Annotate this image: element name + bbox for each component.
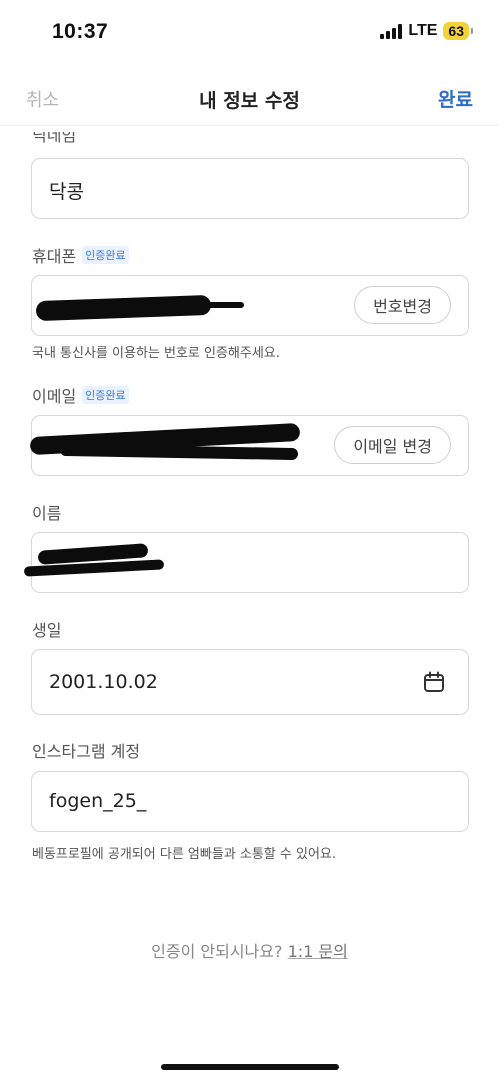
email-label: 이메일 인증완료 (32, 383, 129, 407)
birthday-label: 생일 (32, 621, 62, 640)
email-verified-badge: 인증완료 (82, 386, 129, 404)
calendar-icon[interactable] (422, 670, 446, 694)
nickname-label: 닉네임 (32, 132, 77, 144)
instagram-helper-text: 베동프로필에 공개되어 다른 엄빠들과 소통할 수 있어요. (32, 847, 337, 862)
change-phone-button[interactable]: 번호변경 (354, 286, 451, 324)
home-indicator[interactable] (161, 1064, 339, 1070)
redaction-mark (59, 443, 299, 461)
instagram-input[interactable]: fogen_25_ (31, 771, 469, 832)
status-bar: 10:37 LTE 63 (0, 0, 499, 66)
verification-question: 인증이 안되시나요? (151, 942, 283, 961)
done-button[interactable]: 완료 (438, 85, 473, 112)
nickname-input[interactable]: 닥콩 (31, 158, 469, 219)
name-label: 이름 (32, 504, 62, 523)
phone-label: 휴대폰 인증완료 (32, 243, 129, 267)
birthday-input[interactable]: 2001.10.02 (31, 649, 469, 715)
verification-help: 인증이 안되시나요? 1:1 문의 (0, 938, 499, 962)
phone-helper-text: 국내 통신사를 이용하는 번호로 인증해주세요. (32, 346, 280, 361)
phone-label-text: 휴대폰 (32, 247, 77, 266)
status-indicators: LTE 63 (380, 22, 473, 40)
nickname-value: 닥콩 (49, 181, 84, 203)
signal-icon (380, 23, 403, 39)
change-email-button[interactable]: 이메일 변경 (334, 426, 451, 464)
status-time: 10:37 (52, 20, 109, 43)
nav-bar: 취소 내 정보 수정 완료 (0, 70, 499, 126)
redaction-mark (182, 302, 244, 308)
email-label-text: 이메일 (32, 387, 77, 406)
inquiry-link[interactable]: 1:1 문의 (288, 942, 348, 961)
battery-icon: 63 (443, 22, 473, 40)
instagram-value: fogen_25_ (49, 790, 147, 812)
page-title: 내 정보 수정 (199, 90, 300, 112)
email-input[interactable]: 이메일 변경 (29, 415, 469, 476)
name-input[interactable] (23, 532, 469, 593)
birthday-value: 2001.10.02 (49, 671, 158, 693)
phone-verified-badge: 인증완료 (82, 246, 129, 264)
redaction-mark (35, 294, 212, 322)
instagram-label: 인스타그램 계정 (32, 742, 141, 761)
network-label: LTE (408, 22, 438, 39)
phone-input[interactable]: 번호변경 (31, 275, 469, 336)
